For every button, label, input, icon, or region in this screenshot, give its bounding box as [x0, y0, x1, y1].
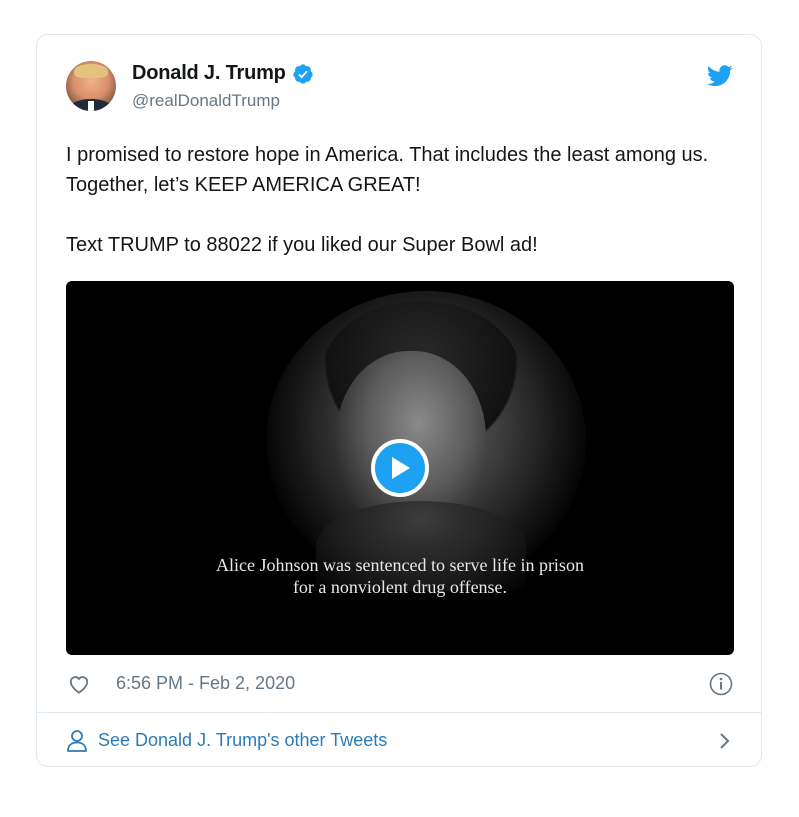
- avatar-shirt: [88, 101, 94, 111]
- play-button[interactable]: [371, 439, 429, 497]
- see-other-tweets-link[interactable]: See Donald J. Trump's other Tweets: [66, 725, 733, 757]
- tweet-card: Donald J. Trump @realDonaldTrump I promi…: [36, 34, 762, 767]
- video-player[interactable]: Alice Johnson was sentenced to serve lif…: [66, 281, 734, 655]
- author-avatar[interactable]: [66, 61, 116, 111]
- info-icon[interactable]: [709, 672, 733, 696]
- chevron-right-icon[interactable]: [719, 732, 731, 750]
- footer-divider: [37, 712, 761, 713]
- video-caption: Alice Johnson was sentenced to serve lif…: [66, 554, 734, 598]
- avatar-hair: [74, 64, 108, 78]
- author-name-row[interactable]: Donald J. Trump: [132, 62, 314, 85]
- tweet-text: I promised to restore hope in America. T…: [66, 140, 736, 260]
- tweet-header: Donald J. Trump @realDonaldTrump: [66, 61, 733, 117]
- tweet-meta-row: 6:56 PM - Feb 2, 2020: [66, 672, 733, 698]
- author-handle[interactable]: @realDonaldTrump: [132, 91, 280, 111]
- video-caption-line-2: for a nonviolent drug offense.: [292, 577, 508, 597]
- play-icon: [392, 457, 410, 479]
- video-caption-line-1: Alice Johnson was sentenced to serve lif…: [216, 555, 584, 575]
- heart-icon[interactable]: [68, 674, 90, 694]
- see-other-tweets-label[interactable]: See Donald J. Trump's other Tweets: [98, 730, 387, 751]
- tweet-timestamp[interactable]: 6:56 PM - Feb 2, 2020: [116, 673, 295, 694]
- person-icon: [66, 729, 88, 753]
- verified-badge-icon: [292, 63, 314, 85]
- tweet-text-paragraph-1: I promised to restore hope in America. T…: [66, 144, 709, 196]
- author-name[interactable]: Donald J. Trump: [132, 62, 286, 85]
- twitter-logo-icon[interactable]: [707, 65, 733, 87]
- tweet-text-paragraph-2: Text TRUMP to 88022 if you liked our Sup…: [66, 234, 538, 256]
